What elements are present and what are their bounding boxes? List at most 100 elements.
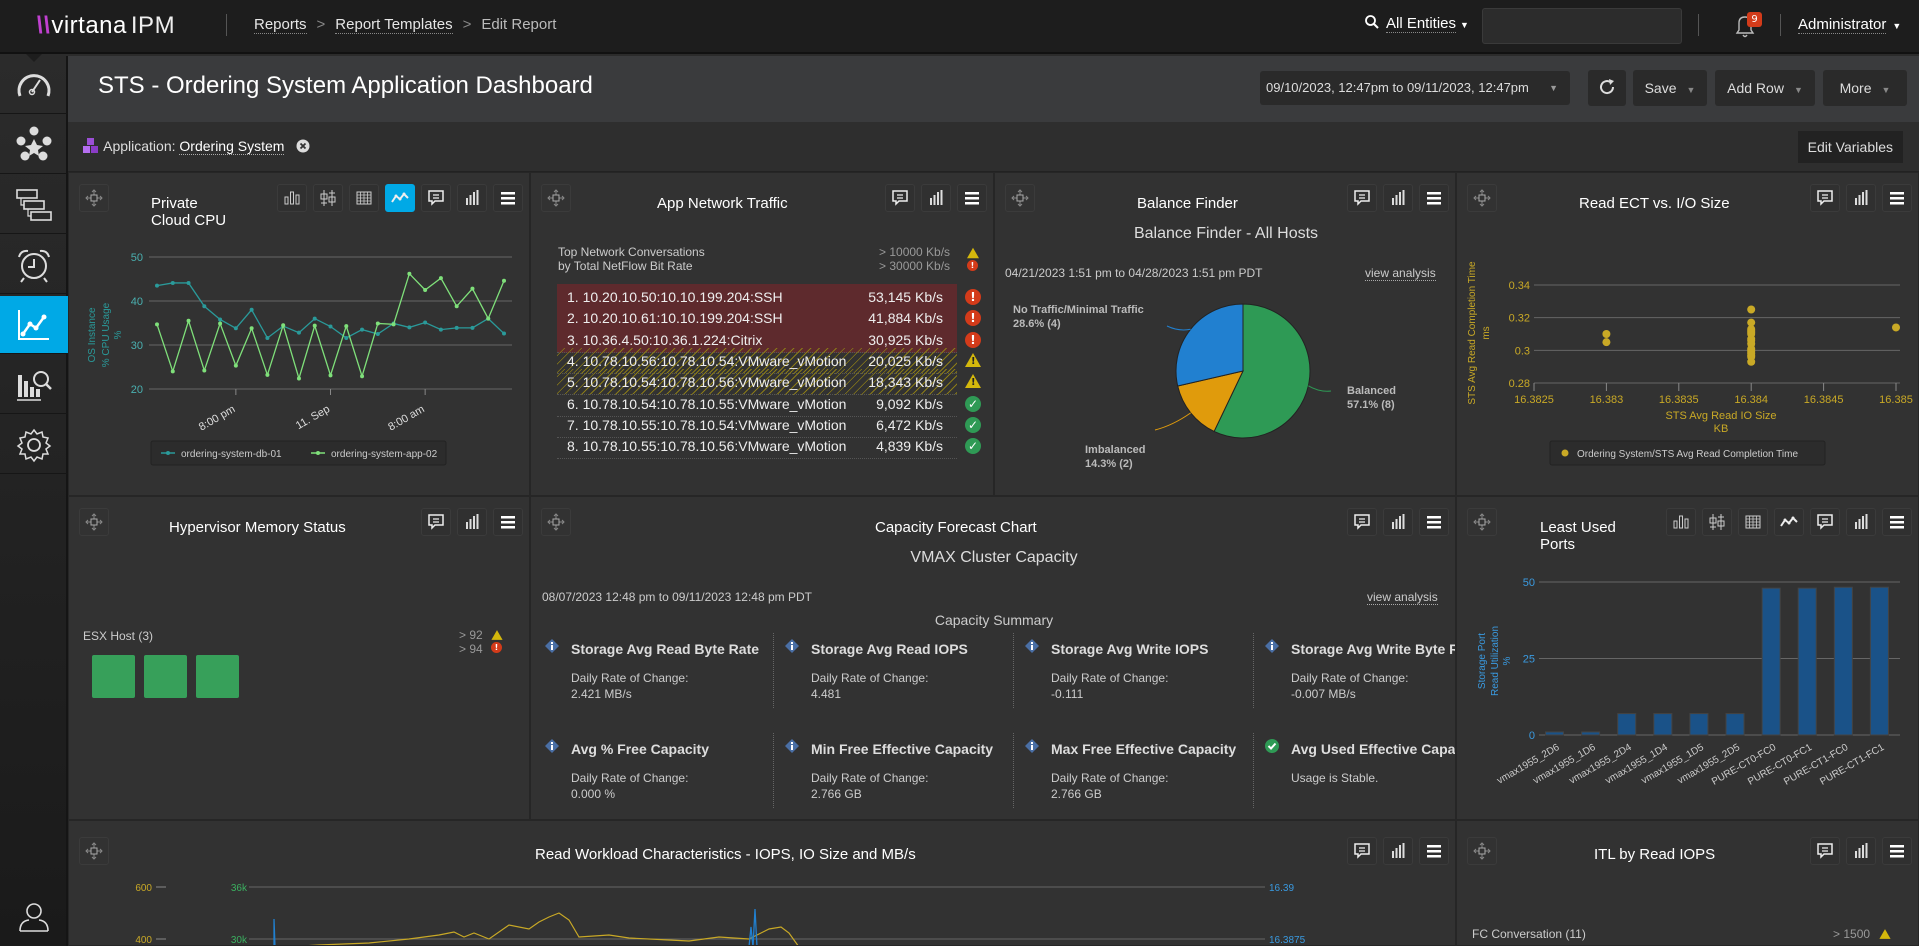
signal-button[interactable] <box>457 508 487 536</box>
comment-button[interactable] <box>421 508 451 536</box>
move-icon <box>1473 842 1491 860</box>
table-view-button[interactable] <box>349 184 379 212</box>
comment-button[interactable] <box>1347 837 1377 865</box>
view-analysis-link[interactable]: view analysis <box>1367 590 1438 605</box>
comment-button[interactable] <box>1810 184 1840 212</box>
metric-title: Avg % Free Capacity <box>571 741 709 757</box>
metric-value: 4.481 <box>811 687 842 701</box>
x-tick-label: 16.3845 <box>1804 394 1844 406</box>
sidebar-item-hierarchy[interactable] <box>0 176 68 234</box>
table-view-button[interactable] <box>1738 508 1768 536</box>
refresh-button[interactable] <box>1588 70 1626 106</box>
data-point <box>202 304 207 309</box>
save-button[interactable]: Save ▼ <box>1633 70 1707 106</box>
drag-handle[interactable] <box>1467 184 1497 212</box>
comment-button[interactable] <box>421 184 451 212</box>
fc-conversation-label: FC Conversation (11) <box>1472 927 1586 941</box>
search-input[interactable] <box>1482 8 1682 44</box>
bar-chart-view-button[interactable] <box>1666 508 1696 536</box>
comment-icon <box>428 190 444 205</box>
warning-icon: ! <box>965 352 981 367</box>
info-icon <box>1025 739 1039 753</box>
comment-button[interactable] <box>885 184 915 212</box>
drag-handle[interactable] <box>79 837 109 865</box>
hamburger-menu-icon <box>501 516 515 529</box>
conversation-row[interactable]: 8. 10.78.10.55:10.78.10.56:VMware_vMotio… <box>557 433 957 460</box>
panel-menu-button[interactable] <box>1882 508 1912 536</box>
comment-button[interactable] <box>1347 184 1377 212</box>
signal-button[interactable] <box>457 184 487 212</box>
info-icon <box>545 739 559 753</box>
search-scope-dropdown[interactable]: All Entities ▼ <box>1364 14 1469 33</box>
box-plot-view-button[interactable] <box>313 184 343 212</box>
series-line-ordering-system-db-01 <box>156 282 505 339</box>
drag-handle[interactable] <box>79 508 109 536</box>
signal-button[interactable] <box>1383 508 1413 536</box>
panel-menu-button[interactable] <box>1419 184 1449 212</box>
comment-icon <box>1817 843 1833 858</box>
signal-button[interactable] <box>921 184 951 212</box>
notification-badge: 9 <box>1747 12 1762 27</box>
edit-variables-button[interactable]: Edit Variables <box>1797 131 1903 163</box>
bar-chart-view-button[interactable] <box>277 184 307 212</box>
sidebar-item-profile[interactable] <box>0 888 68 946</box>
breadcrumb-report-templates[interactable]: Report Templates <box>335 16 453 34</box>
data-point <box>281 323 286 328</box>
panel-menu-button[interactable] <box>493 184 523 212</box>
capacity-summary-cell: Min Free Effective Capacity Daily Rate of… <box>781 733 1021 819</box>
active-nav-pointer <box>26 54 42 62</box>
tree-icon <box>16 188 52 221</box>
data-point <box>186 318 191 323</box>
add-row-button[interactable]: Add Row ▼ <box>1715 70 1815 106</box>
panel-menu-button[interactable] <box>1882 837 1912 865</box>
sidebar-item-dashboard[interactable] <box>0 56 68 114</box>
panel-menu-button[interactable] <box>493 508 523 536</box>
comment-icon <box>1354 843 1370 858</box>
comment-button[interactable] <box>1810 837 1840 865</box>
host-tile[interactable] <box>144 655 187 698</box>
line-chart-view-button[interactable] <box>385 184 415 212</box>
drag-handle[interactable] <box>79 184 109 212</box>
drag-handle[interactable] <box>541 184 571 212</box>
signal-bars-icon <box>466 190 479 205</box>
box-plot-view-button[interactable] <box>1702 508 1732 536</box>
signal-button[interactable] <box>1383 837 1413 865</box>
view-analysis-link[interactable]: view analysis <box>1365 266 1436 281</box>
breadcrumb-reports[interactable]: Reports <box>254 16 307 34</box>
line-chart-view-button[interactable] <box>1774 508 1804 536</box>
signal-button[interactable] <box>1846 184 1876 212</box>
move-icon <box>85 513 103 531</box>
comment-button[interactable] <box>1347 508 1377 536</box>
signal-button[interactable] <box>1383 184 1413 212</box>
signal-button[interactable] <box>1846 837 1876 865</box>
sidebar-item-alarms[interactable] <box>0 236 68 294</box>
comment-button[interactable] <box>1810 508 1840 536</box>
logo-suffix: IPM <box>130 12 176 39</box>
panel-read-workload: Read Workload Characteristics - IOPS, IO… <box>68 820 1456 946</box>
data-point <box>233 326 238 331</box>
panel-menu-button[interactable] <box>957 184 987 212</box>
host-tile[interactable] <box>196 655 239 698</box>
sidebar-item-analytics[interactable] <box>0 356 68 414</box>
drag-handle[interactable] <box>541 508 571 536</box>
panel-menu-button[interactable] <box>1419 837 1449 865</box>
application-value[interactable]: Ordering System <box>179 138 285 155</box>
metric-label: Daily Rate of Change: <box>811 671 929 685</box>
drag-handle[interactable] <box>1005 184 1035 212</box>
sidebar-item-reports[interactable] <box>0 296 68 354</box>
drag-handle[interactable] <box>1467 508 1497 536</box>
signal-button[interactable] <box>1846 508 1876 536</box>
user-menu[interactable]: Administrator ▼ <box>1798 16 1901 34</box>
date-range-picker[interactable]: 09/10/2023, 12:47pm to 09/11/2023, 12:47… <box>1260 71 1570 105</box>
sidebar-item-settings[interactable] <box>0 416 68 474</box>
y-axis-label: OS Instance <box>87 307 98 362</box>
more-button[interactable]: More ▼ <box>1823 70 1907 106</box>
panel-menu-button[interactable] <box>1419 508 1449 536</box>
logo[interactable]: \\virtana IPM <box>36 12 175 40</box>
drag-handle[interactable] <box>1467 837 1497 865</box>
panel-menu-button[interactable] <box>1882 184 1912 212</box>
ok-check-icon <box>1265 739 1279 753</box>
host-tile[interactable] <box>92 655 135 698</box>
clear-icon[interactable] <box>296 139 310 153</box>
sidebar-item-topology[interactable] <box>0 116 68 174</box>
